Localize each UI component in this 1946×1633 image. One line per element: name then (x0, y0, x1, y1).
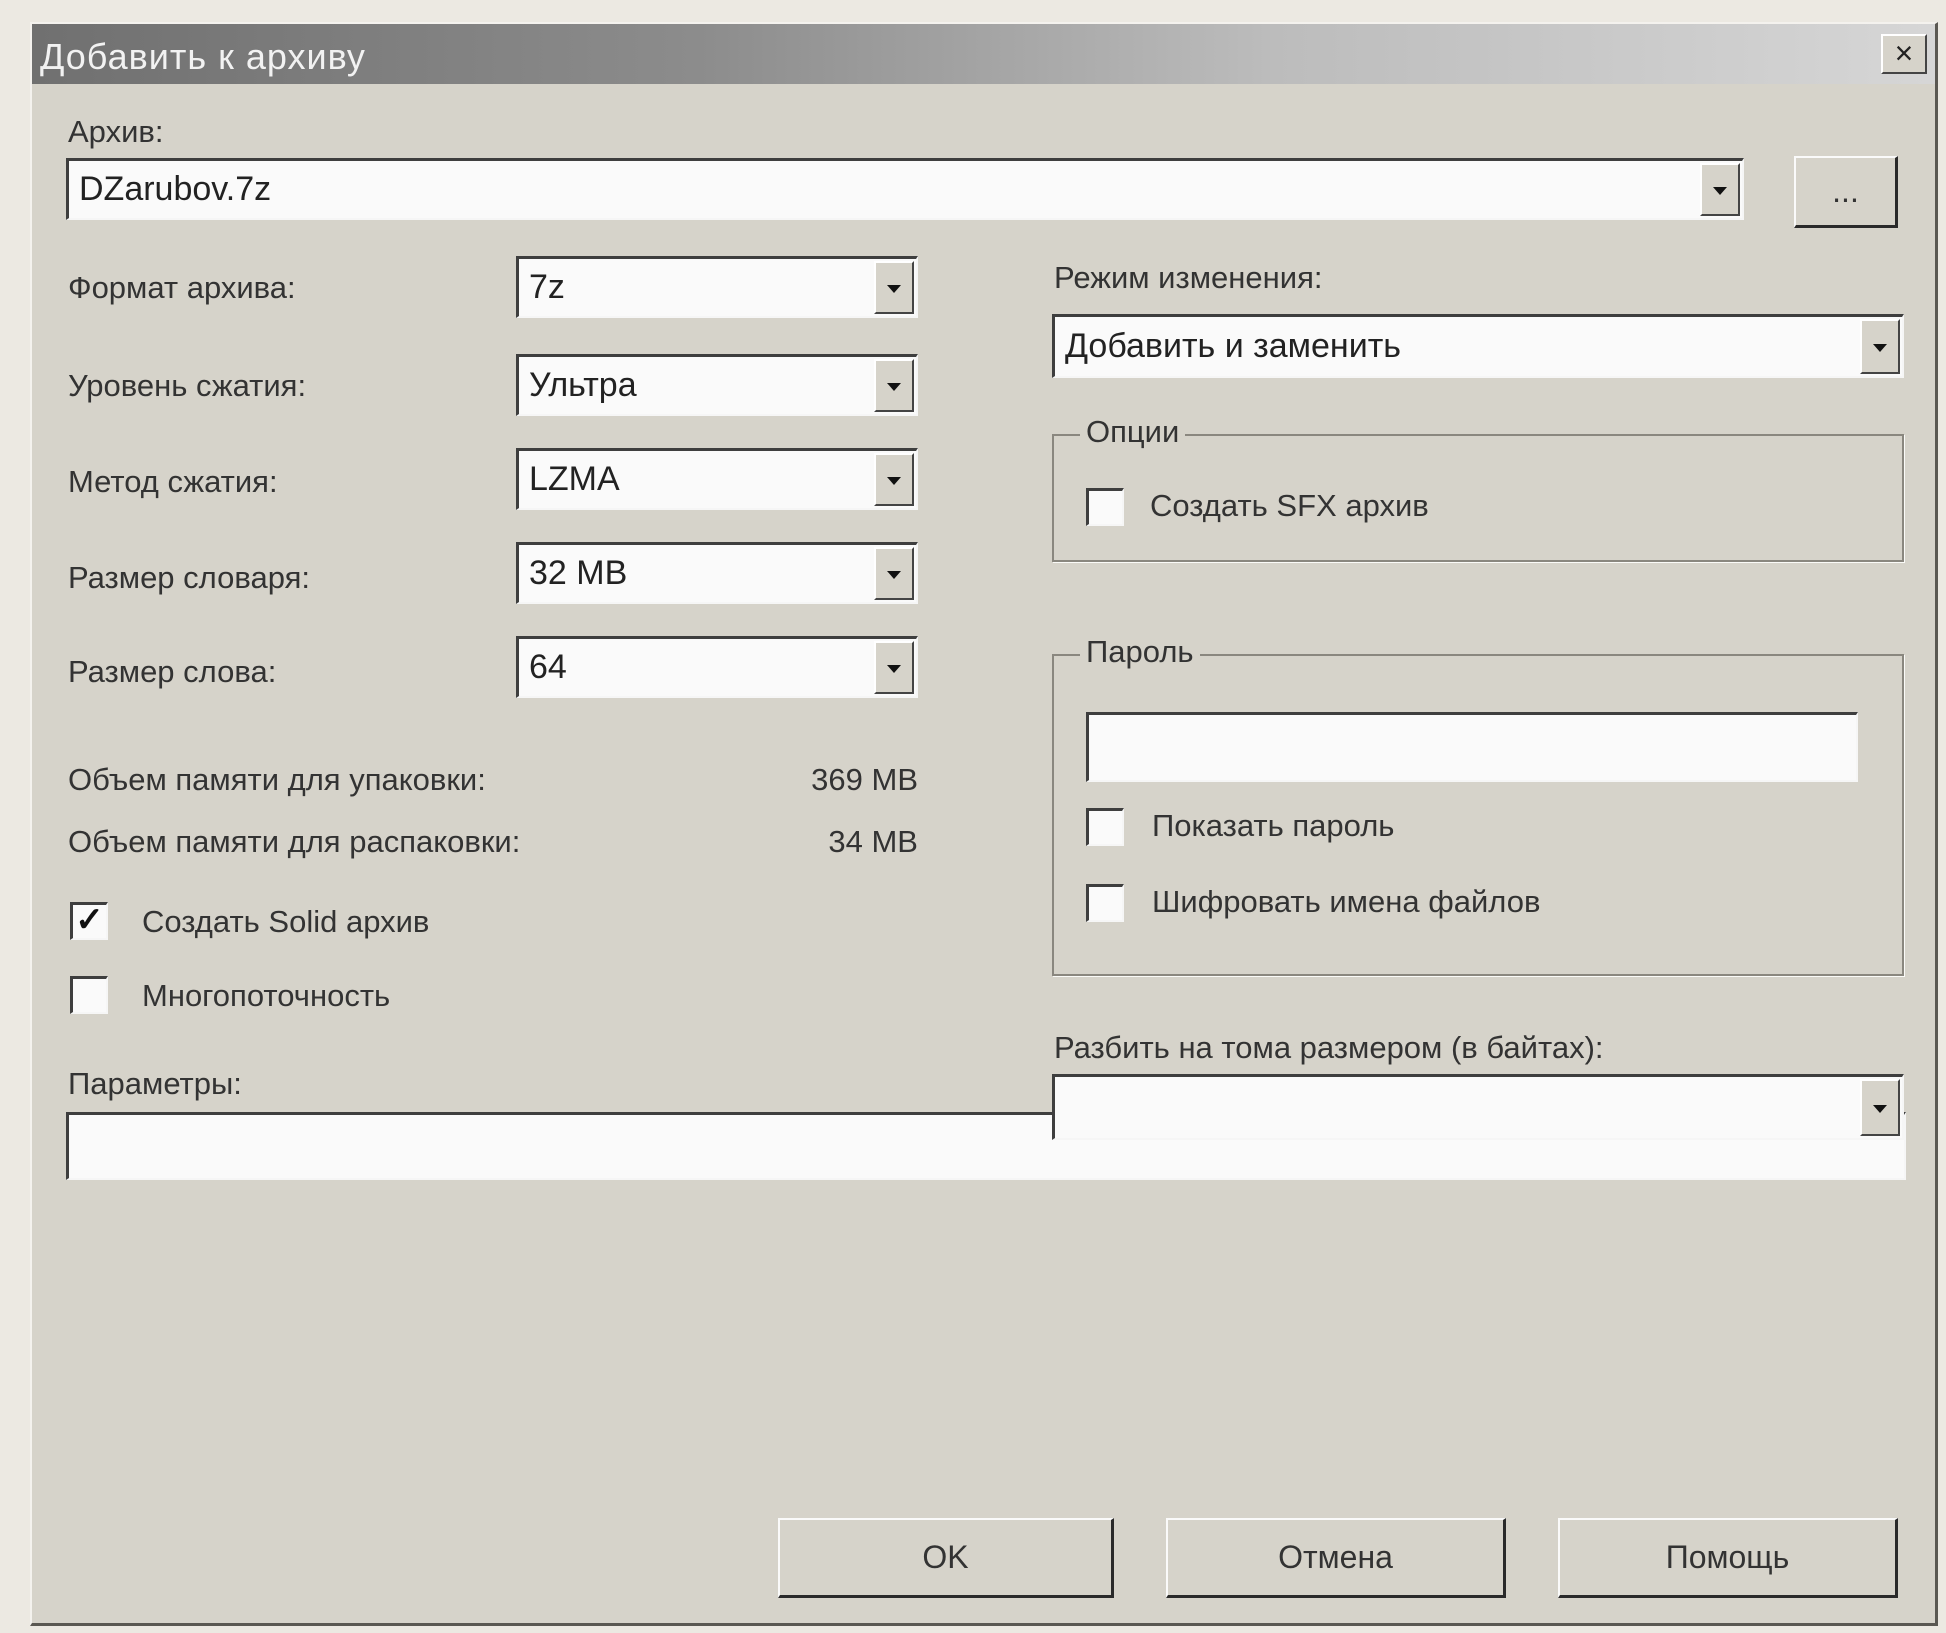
unpack-memory-value: 34 MB (828, 824, 918, 859)
dictionary-select[interactable]: 32 MB (516, 542, 918, 604)
format-value: 7z (529, 268, 565, 306)
multithread-label[interactable]: Многопоточность (142, 978, 390, 1014)
ok-button[interactable]: OK (778, 1518, 1114, 1598)
ok-button-label: OK (922, 1539, 969, 1575)
check-icon: ✓ (75, 901, 104, 939)
show-password-checkbox[interactable] (1086, 808, 1124, 846)
split-volumes-dropdown-button[interactable] (1860, 1079, 1900, 1136)
word-size-label: Размер слова: (68, 654, 277, 689)
dictionary-label: Размер словаря: (68, 560, 310, 595)
options-group: Опции Создать SFX архив (1052, 414, 1904, 562)
password-legend: Пароль (1080, 634, 1200, 670)
title-bar[interactable]: Добавить к архиву × (32, 24, 1935, 84)
split-volumes-combobox[interactable] (1052, 1074, 1904, 1140)
split-volumes-label: Разбить на тома размером (в байтах): (1054, 1030, 1604, 1065)
solid-archive-checkbox[interactable]: ✓ (70, 902, 108, 940)
level-label: Уровень сжатия: (68, 368, 307, 403)
word-size-select[interactable]: 64 (516, 636, 918, 698)
encrypt-names-label[interactable]: Шифровать имена файлов (1152, 884, 1540, 920)
archive-name-value: DZarubov.7z (79, 170, 272, 208)
cancel-button[interactable]: Отмена (1166, 1518, 1506, 1598)
format-select[interactable]: 7z (516, 256, 918, 318)
archive-name-combobox[interactable]: DZarubov.7z (66, 158, 1744, 220)
help-button-label: Помощь (1665, 1539, 1790, 1575)
archive-dropdown-button[interactable] (1700, 163, 1740, 216)
password-group: Пароль Показать пароль Шифровать имена ф… (1052, 634, 1904, 976)
window-title: Добавить к архиву (40, 36, 366, 77)
options-legend: Опции (1080, 414, 1186, 450)
cancel-button-label: Отмена (1278, 1539, 1393, 1575)
update-mode-select[interactable]: Добавить и заменить (1052, 314, 1904, 378)
method-value: LZMA (529, 460, 620, 498)
sfx-checkbox[interactable] (1086, 488, 1124, 526)
pack-memory-label: Объем памяти для упаковки: (68, 762, 486, 797)
method-select[interactable]: LZMA (516, 448, 918, 510)
close-icon: × (1894, 35, 1914, 71)
browse-button[interactable]: ... (1794, 156, 1898, 228)
update-mode-dropdown-button[interactable] (1860, 319, 1900, 374)
dictionary-dropdown-button[interactable] (874, 547, 914, 600)
browse-button-label: ... (1832, 173, 1859, 209)
format-label: Формат архива: (68, 270, 296, 305)
update-mode-label: Режим изменения: (1054, 260, 1323, 295)
level-dropdown-button[interactable] (874, 359, 914, 412)
pack-memory-value: 369 MB (811, 762, 918, 797)
format-dropdown-button[interactable] (874, 261, 914, 314)
password-input[interactable] (1086, 712, 1858, 782)
add-to-archive-dialog: Добавить к архиву × Архив: DZarubov.7z .… (30, 22, 1938, 1626)
level-select[interactable]: Ультра (516, 354, 918, 416)
update-mode-value: Добавить и заменить (1065, 327, 1401, 365)
method-dropdown-button[interactable] (874, 453, 914, 506)
word-size-dropdown-button[interactable] (874, 641, 914, 694)
multithread-checkbox[interactable] (70, 976, 108, 1014)
sfx-label[interactable]: Создать SFX архив (1150, 488, 1429, 524)
help-button[interactable]: Помощь (1558, 1518, 1898, 1598)
parameters-label: Параметры: (68, 1066, 242, 1101)
dictionary-value: 32 MB (529, 554, 628, 592)
show-password-label[interactable]: Показать пароль (1152, 808, 1394, 844)
encrypt-names-checkbox[interactable] (1086, 884, 1124, 922)
unpack-memory-label: Объем памяти для распаковки: (68, 824, 521, 859)
close-button[interactable]: × (1881, 34, 1927, 74)
level-value: Ультра (529, 366, 637, 404)
archive-label: Архив: (68, 114, 164, 149)
method-label: Метод сжатия: (68, 464, 278, 499)
solid-archive-label[interactable]: Создать Solid архив (142, 904, 429, 940)
word-size-value: 64 (529, 648, 567, 686)
